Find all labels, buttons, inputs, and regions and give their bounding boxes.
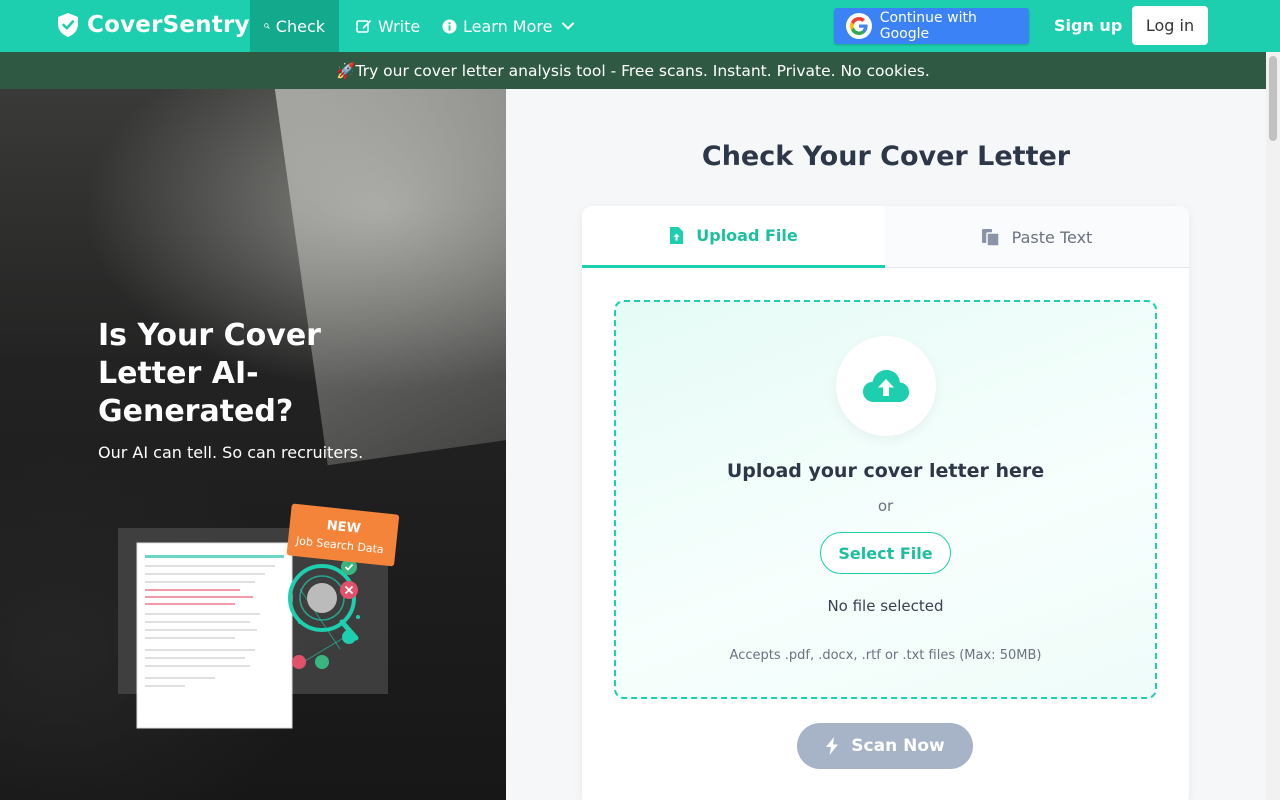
navbar: CoverSentry Check Write Learn More Conti… bbox=[0, 0, 1280, 52]
google-button-label: Continue with Google bbox=[879, 10, 977, 42]
nav-write-label: Write bbox=[378, 16, 421, 36]
brand-logo[interactable]: CoverSentry bbox=[57, 12, 250, 38]
chevron-down-icon bbox=[562, 22, 575, 30]
accepted-formats-note: Accepts .pdf, .docx, .rtf or .txt files … bbox=[729, 648, 1042, 663]
scan-now-label: Scan Now bbox=[851, 736, 945, 756]
file-dropzone[interactable]: Upload your cover letter here or Select … bbox=[614, 300, 1157, 699]
search-icon bbox=[264, 23, 270, 29]
dropzone-or: or bbox=[877, 497, 894, 515]
sign-up-link[interactable]: Sign up bbox=[1054, 16, 1122, 35]
ai-detection-illustration: NEW Job Search Data bbox=[118, 503, 400, 729]
tab-paste-text[interactable]: Paste Text bbox=[885, 206, 1188, 268]
hero-section: Is Your Cover Letter AI-Generated? Our A… bbox=[0, 89, 506, 800]
log-in-button[interactable]: Log in bbox=[1132, 6, 1208, 45]
select-file-button[interactable]: Select File bbox=[820, 532, 951, 574]
page-scrollbar[interactable] bbox=[1266, 52, 1280, 800]
upload-icon-circle bbox=[836, 336, 936, 436]
cloud-upload-icon bbox=[863, 370, 909, 402]
info-icon bbox=[442, 18, 457, 34]
edit-icon bbox=[356, 20, 372, 33]
tab-upload-file[interactable]: Upload File bbox=[582, 206, 885, 268]
continue-with-google-button[interactable]: Continue with Google bbox=[834, 8, 1029, 44]
brand-name: CoverSentry bbox=[87, 12, 250, 38]
clipboard-icon bbox=[981, 228, 1000, 247]
checker-section: Check Your Cover Letter Upload File Past… bbox=[506, 89, 1266, 800]
tab-paste-label: Paste Text bbox=[1011, 227, 1093, 247]
tab-upload-label: Upload File bbox=[696, 226, 798, 245]
file-status: No file selected bbox=[827, 597, 944, 615]
checker-card: Upload File Paste Text Upload your cover… bbox=[582, 206, 1189, 800]
input-tabs: Upload File Paste Text bbox=[582, 206, 1189, 268]
scrollbar-thumb[interactable] bbox=[1269, 56, 1277, 141]
nav-write[interactable]: Write bbox=[342, 0, 434, 52]
scan-now-button[interactable]: Scan Now bbox=[797, 723, 973, 769]
promo-banner-text: 🚀Try our cover letter analysis tool - Fr… bbox=[336, 61, 930, 80]
nav-check[interactable]: Check bbox=[250, 0, 339, 52]
dropzone-title: Upload your cover letter here bbox=[726, 460, 1045, 482]
shield-check-icon bbox=[58, 13, 78, 37]
nav-learn-more[interactable]: Learn More bbox=[428, 0, 588, 52]
nav-learn-label: Learn More bbox=[463, 16, 553, 36]
page-title: Check Your Cover Letter bbox=[701, 141, 1071, 172]
google-icon bbox=[846, 13, 872, 39]
promo-banner: 🚀Try our cover letter analysis tool - Fr… bbox=[0, 52, 1266, 89]
lightning-icon bbox=[826, 737, 839, 755]
nav-check-label: Check bbox=[275, 16, 325, 36]
file-upload-icon bbox=[670, 227, 684, 244]
